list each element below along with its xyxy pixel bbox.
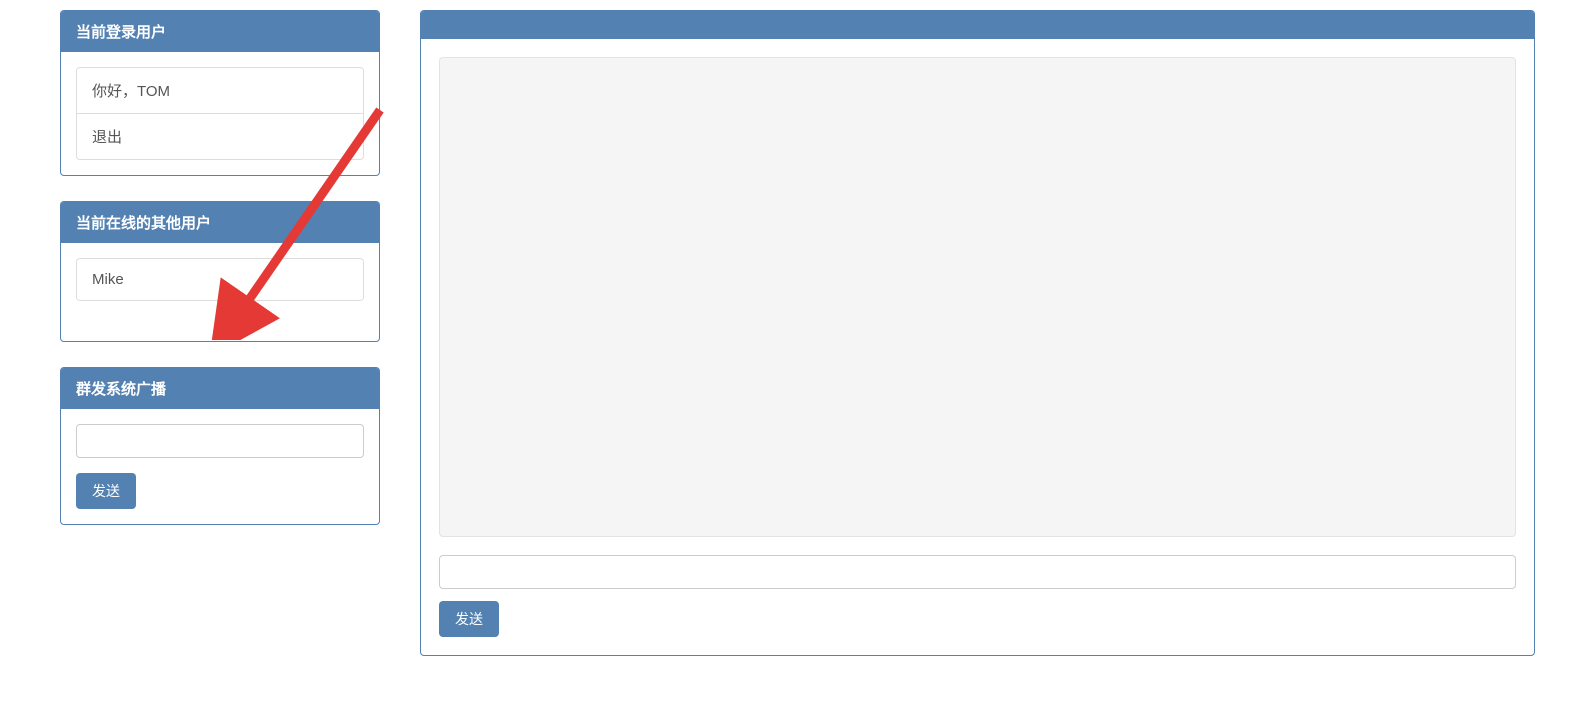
chat-header bbox=[421, 11, 1534, 39]
chat-input[interactable] bbox=[439, 555, 1516, 589]
chat-messages-area bbox=[439, 57, 1516, 537]
chat-panel: 发送 bbox=[420, 10, 1535, 656]
chat-send-button[interactable]: 发送 bbox=[439, 601, 499, 637]
online-users-title: 当前在线的其他用户 bbox=[61, 202, 379, 243]
broadcast-input[interactable] bbox=[76, 424, 364, 458]
greeting-text: 你好，TOM bbox=[77, 68, 363, 114]
online-users-list: Mike bbox=[76, 258, 364, 301]
broadcast-title: 群发系统广播 bbox=[61, 368, 379, 409]
current-user-title: 当前登录用户 bbox=[61, 11, 379, 52]
online-users-panel: 当前在线的其他用户 Mike bbox=[60, 201, 380, 342]
logout-link[interactable]: 退出 bbox=[77, 114, 363, 159]
current-user-panel: 当前登录用户 你好，TOM 退出 bbox=[60, 10, 380, 176]
broadcast-send-button[interactable]: 发送 bbox=[76, 473, 136, 509]
online-user-item[interactable]: Mike bbox=[77, 259, 363, 300]
broadcast-panel: 群发系统广播 发送 bbox=[60, 367, 380, 525]
